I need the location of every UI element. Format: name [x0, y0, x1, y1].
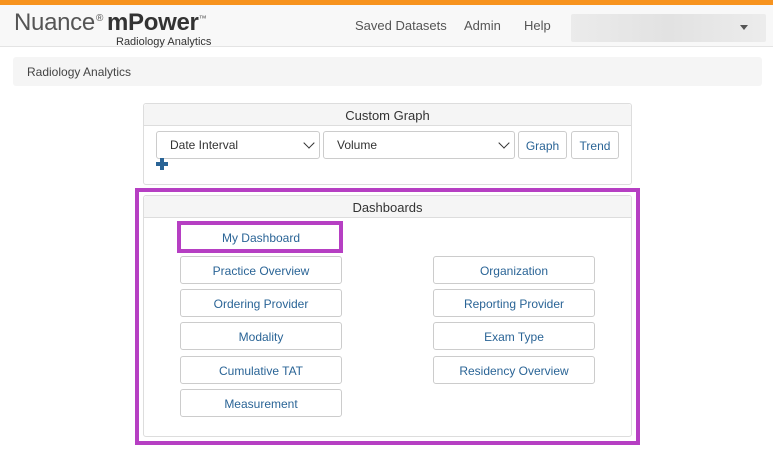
app-subtitle: Radiology Analytics — [116, 36, 212, 48]
registered-mark: ® — [95, 13, 104, 24]
my-dashboard-button[interactable]: My Dashboard — [180, 223, 342, 251]
product-name: mPower — [107, 9, 199, 36]
exam-type-button[interactable]: Exam Type — [433, 322, 595, 350]
graph-button[interactable]: Graph — [518, 131, 567, 159]
user-menu-dropdown[interactable] — [571, 14, 766, 42]
trend-button[interactable]: Trend — [571, 131, 619, 159]
add-plus-icon[interactable] — [156, 158, 168, 170]
metric-value: Volume — [337, 138, 378, 152]
trademark-mark: ™ — [198, 14, 207, 23]
chevron-down-icon — [303, 137, 315, 149]
brand-wordmark: Nuance® mPower™ — [14, 9, 207, 37]
practice-overview-button[interactable]: Practice Overview — [180, 256, 342, 284]
metric-select[interactable]: Volume — [323, 131, 515, 159]
brand-name: Nuance — [14, 9, 95, 36]
organization-button[interactable]: Organization — [433, 256, 595, 284]
caret-down-icon[interactable] — [740, 25, 748, 30]
top-navbar: Nuance® mPower™ Radiology Analytics Saved… — [0, 5, 773, 49]
chevron-down-icon — [498, 137, 510, 149]
breadcrumb-item: Radiology Analytics — [27, 65, 132, 79]
reporting-provider-button[interactable]: Reporting Provider — [433, 289, 595, 317]
measurement-button[interactable]: Measurement — [180, 389, 342, 417]
dashboards-title: Dashboards — [144, 196, 631, 218]
ordering-provider-button[interactable]: Ordering Provider — [180, 289, 342, 317]
nav-admin[interactable]: Admin — [464, 18, 501, 33]
breadcrumb: Radiology Analytics — [13, 57, 762, 86]
cumulative-tat-button[interactable]: Cumulative TAT — [180, 356, 342, 384]
modality-button[interactable]: Modality — [180, 322, 342, 350]
date-interval-select[interactable]: Date Interval — [156, 131, 320, 159]
nav-help[interactable]: Help — [524, 18, 551, 33]
date-interval-value: Date Interval — [170, 138, 239, 152]
app-logo[interactable]: Nuance® mPower™ Radiology Analytics — [14, 9, 234, 49]
residency-overview-button[interactable]: Residency Overview — [433, 356, 595, 384]
custom-graph-title: Custom Graph — [144, 104, 631, 126]
nav-saved-datasets[interactable]: Saved Datasets — [355, 18, 447, 33]
custom-graph-panel: Custom Graph Date Interval Volume Graph … — [143, 103, 632, 185]
